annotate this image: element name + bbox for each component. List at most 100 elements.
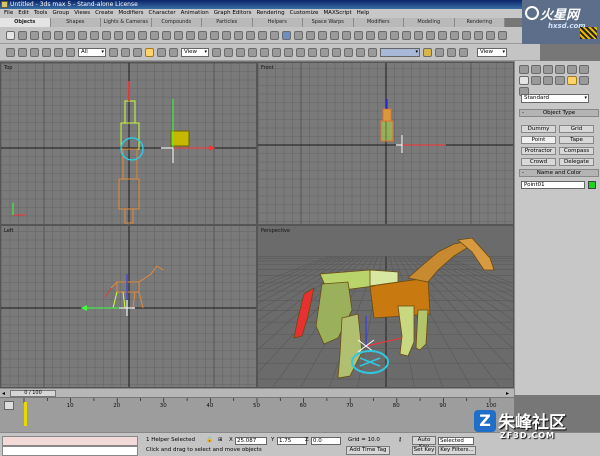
hose-icon[interactable] bbox=[258, 30, 267, 40]
menu-maxscript[interactable]: MAXScript bbox=[323, 9, 351, 18]
l-ext-icon[interactable] bbox=[210, 30, 219, 40]
bones-icon[interactable] bbox=[498, 30, 507, 40]
link-icon[interactable] bbox=[30, 47, 39, 57]
plane-icon[interactable] bbox=[114, 30, 123, 40]
utilities-tab-icon[interactable] bbox=[579, 65, 589, 74]
foliage-icon[interactable] bbox=[330, 30, 339, 40]
select-by-name-icon[interactable] bbox=[109, 47, 118, 57]
render-scene-icon[interactable] bbox=[368, 47, 377, 57]
x-coordinate-field[interactable]: 25.087 bbox=[235, 437, 267, 445]
tab-space-warps[interactable]: Space Warps bbox=[303, 18, 354, 27]
compass-button[interactable]: Compass bbox=[559, 147, 594, 155]
helper-category-dropdown[interactable]: Standard bbox=[521, 94, 589, 103]
stairs-icon[interactable] bbox=[318, 30, 327, 40]
helpers-icon[interactable] bbox=[567, 76, 577, 85]
object-color-swatch[interactable] bbox=[588, 181, 596, 189]
schematic-icon[interactable] bbox=[344, 47, 353, 57]
rotate-icon[interactable] bbox=[157, 47, 166, 57]
key-mode-dropdown[interactable]: Selected bbox=[438, 437, 474, 445]
terrain-icon[interactable] bbox=[354, 30, 363, 40]
undo-icon[interactable] bbox=[6, 47, 15, 57]
render-last-icon[interactable] bbox=[447, 47, 456, 57]
display-tab-icon[interactable] bbox=[567, 65, 577, 74]
named-sel-icon[interactable] bbox=[284, 47, 293, 57]
mirror-icon[interactable] bbox=[296, 47, 305, 57]
modify-tab-icon[interactable] bbox=[531, 65, 541, 74]
menu-graph-editors[interactable]: Graph Editors bbox=[214, 9, 252, 18]
tab-modeling[interactable]: Modeling bbox=[404, 18, 455, 27]
teapot-icon[interactable] bbox=[54, 30, 63, 40]
absolute-mode-icon[interactable]: ⊞ bbox=[218, 436, 223, 444]
tab-particles[interactable]: Particles bbox=[202, 18, 253, 27]
selection-filter-dropdown[interactable]: All bbox=[78, 47, 106, 57]
spindle-icon[interactable] bbox=[198, 30, 207, 40]
lock-selection-icon[interactable]: 🔒 bbox=[206, 436, 213, 444]
menu-file[interactable]: File bbox=[4, 9, 13, 18]
menu-customize[interactable]: Customize bbox=[290, 9, 319, 18]
boolean-icon[interactable] bbox=[378, 30, 387, 40]
time-slider[interactable]: ◂ 0 / 100 ▸ bbox=[0, 388, 514, 397]
select-icon[interactable] bbox=[66, 47, 75, 57]
z-coordinate-field[interactable]: 0.0 bbox=[311, 437, 341, 445]
redo-icon[interactable] bbox=[18, 47, 27, 57]
geosphere-icon[interactable] bbox=[78, 30, 87, 40]
selected-point-box[interactable] bbox=[170, 130, 190, 147]
object-type-rollout[interactable]: Object Type bbox=[519, 109, 599, 117]
pivot-center-icon[interactable] bbox=[212, 47, 221, 57]
cylinder-icon[interactable] bbox=[30, 30, 39, 40]
scale-icon[interactable] bbox=[169, 47, 178, 57]
ref-coord-dropdown[interactable]: View bbox=[181, 47, 209, 57]
current-frame-marker[interactable] bbox=[24, 402, 27, 426]
y-coordinate-field[interactable]: 1.75 bbox=[277, 437, 307, 445]
tab-rendering[interactable]: Rendering bbox=[455, 18, 505, 27]
name-color-rollout[interactable]: Name and Color bbox=[519, 169, 599, 177]
window-crossing-icon[interactable] bbox=[133, 47, 142, 57]
manipulate-icon[interactable] bbox=[224, 47, 233, 57]
snap-icon[interactable] bbox=[236, 47, 245, 57]
unlink-icon[interactable] bbox=[42, 47, 51, 57]
add-time-tag-button[interactable]: Add Time Tag bbox=[346, 446, 390, 455]
move-icon[interactable] bbox=[145, 47, 154, 57]
window-icon[interactable] bbox=[306, 30, 315, 40]
wall-icon[interactable] bbox=[282, 30, 291, 40]
space-warps-icon[interactable] bbox=[579, 76, 589, 85]
time-slider-knob[interactable]: 0 / 100 bbox=[10, 390, 56, 397]
menu-character[interactable]: Character bbox=[149, 9, 176, 18]
c-ext-icon[interactable] bbox=[234, 30, 243, 40]
pyramid-icon[interactable] bbox=[102, 30, 111, 40]
tube-icon[interactable] bbox=[90, 30, 99, 40]
delegate-button[interactable]: Delegate bbox=[559, 158, 594, 166]
bind-space-warp-icon[interactable] bbox=[54, 47, 63, 57]
viewport-top[interactable]: Top bbox=[0, 62, 257, 225]
tab-shapes[interactable]: Shapes bbox=[51, 18, 101, 27]
crowd-button[interactable]: Crowd bbox=[521, 158, 556, 166]
hierarchy-tab-icon[interactable] bbox=[543, 65, 553, 74]
patch-grid-icon[interactable] bbox=[462, 30, 471, 40]
menu-views[interactable]: Views bbox=[74, 9, 90, 18]
spinner-snap-icon[interactable] bbox=[272, 47, 281, 57]
named-selection-dropdown[interactable] bbox=[380, 47, 420, 57]
maxscript-output[interactable] bbox=[2, 446, 138, 456]
shape-merge-icon[interactable] bbox=[450, 30, 459, 40]
viewport-perspective[interactable]: Perspective bbox=[257, 225, 514, 388]
point-button[interactable]: Point bbox=[521, 136, 556, 144]
menu-tools[interactable]: Tools bbox=[34, 9, 48, 18]
layer-icon[interactable] bbox=[320, 47, 329, 57]
torus-icon[interactable] bbox=[42, 30, 51, 40]
angle-snap-icon[interactable] bbox=[248, 47, 257, 57]
menu-rendering[interactable]: Rendering bbox=[256, 9, 284, 18]
torus-knot-icon[interactable] bbox=[138, 30, 147, 40]
percent-snap-icon[interactable] bbox=[260, 47, 269, 57]
shapes-icon[interactable] bbox=[531, 76, 541, 85]
key-icon[interactable]: ⚷ bbox=[398, 436, 402, 444]
viewport-label-front[interactable]: Front bbox=[261, 65, 274, 71]
connect-icon[interactable] bbox=[426, 30, 435, 40]
rect-region-icon[interactable] bbox=[121, 47, 130, 57]
tab-modifiers[interactable]: Modifiers bbox=[354, 18, 404, 27]
hedra-icon[interactable] bbox=[126, 30, 135, 40]
menu-modifiers[interactable]: Modifiers bbox=[118, 9, 143, 18]
capsule-icon[interactable] bbox=[186, 30, 195, 40]
view-dropdown[interactable]: View bbox=[477, 47, 507, 57]
gengon-icon[interactable] bbox=[222, 30, 231, 40]
viewport-label-perspective[interactable]: Perspective bbox=[261, 228, 290, 234]
